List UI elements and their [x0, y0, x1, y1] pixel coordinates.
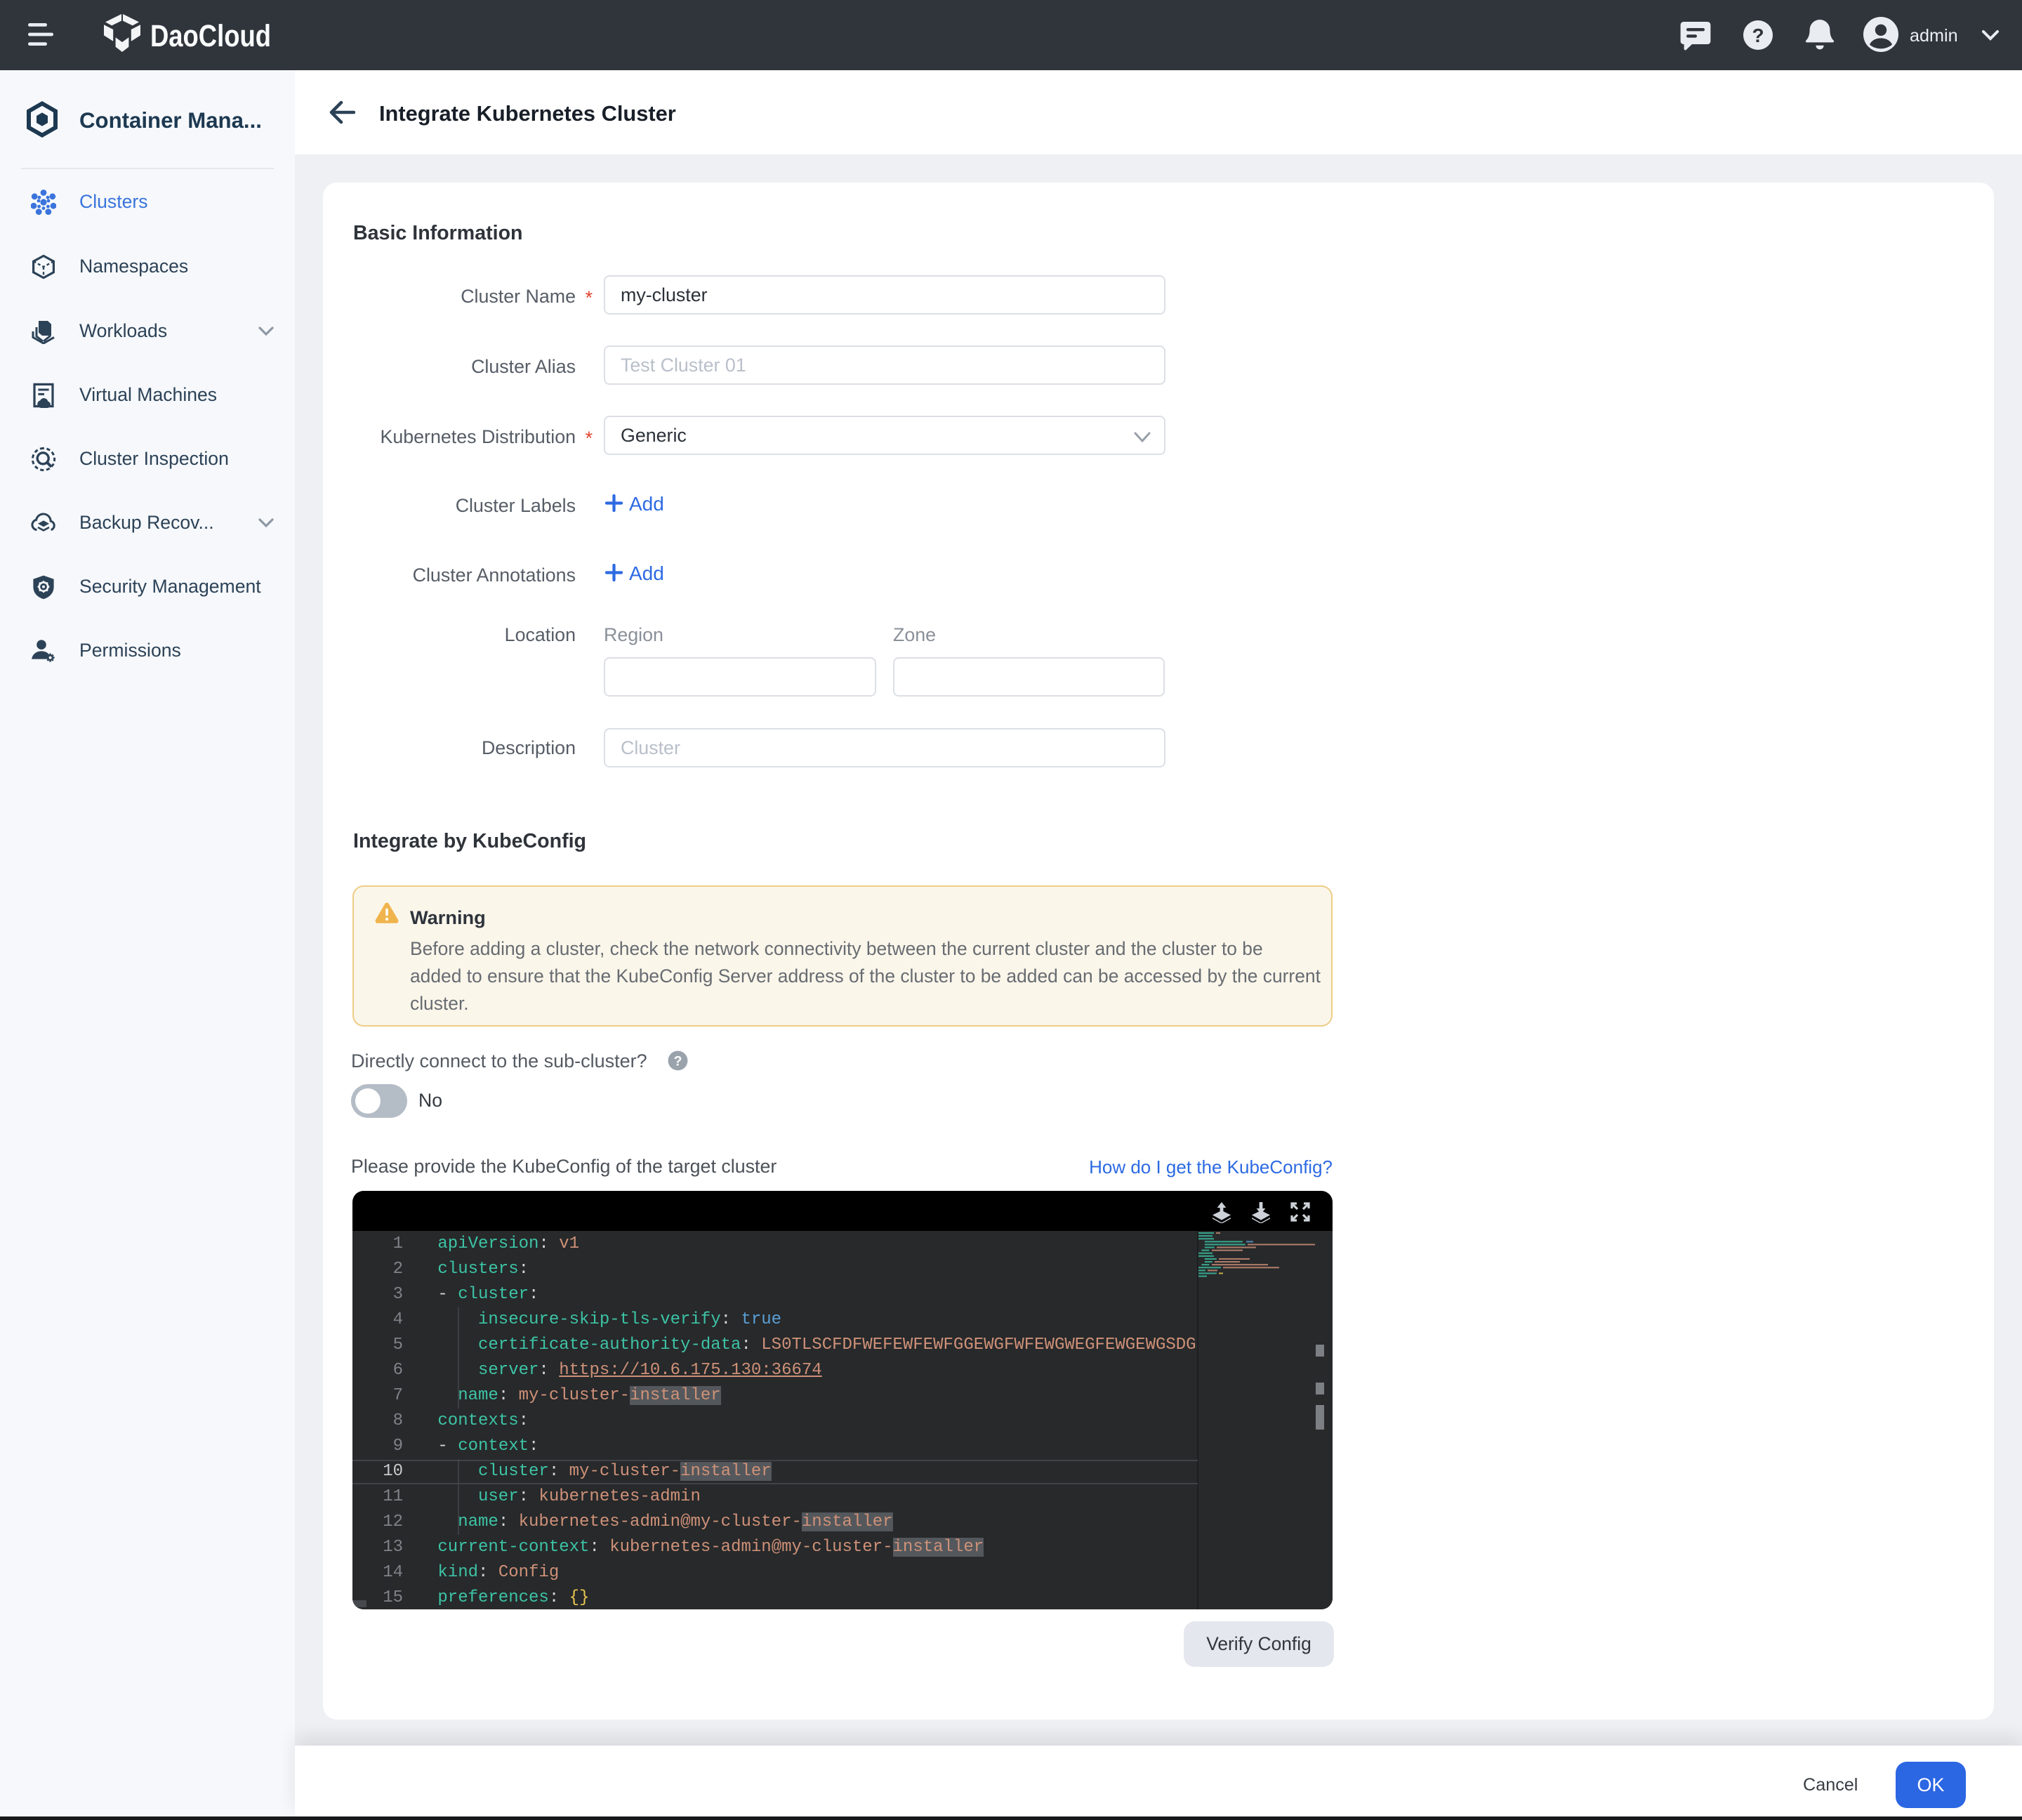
- svg-text:?: ?: [674, 1054, 682, 1069]
- svg-text:DaoCloud: DaoCloud: [150, 18, 271, 53]
- svg-text:?: ?: [1752, 25, 1764, 46]
